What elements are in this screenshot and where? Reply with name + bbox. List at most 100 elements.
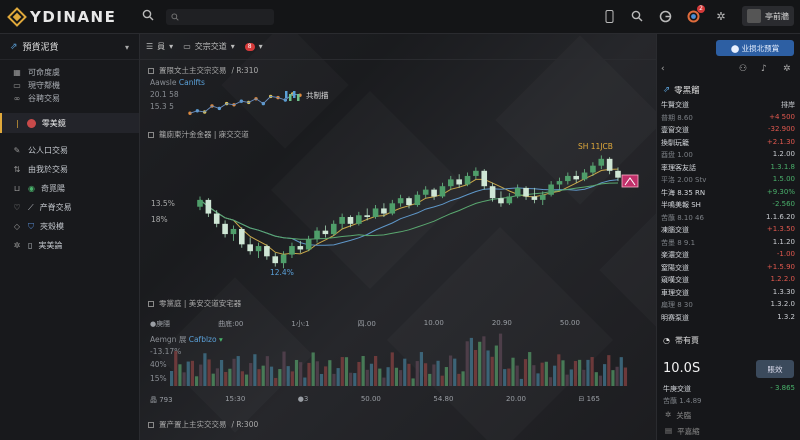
sidebar-list-item-0[interactable]: ✎ 公人口交易 <box>12 141 139 160</box>
sidebar-item-label: 現守鄰機 <box>28 81 60 90</box>
sidebar-item-label: 可命度虞 <box>28 68 60 77</box>
grid-icon: ▦ <box>13 68 21 77</box>
watchlist-row[interactable]: 苦蘸 8.10 46 1.1.6.20 <box>661 213 795 226</box>
volume-bar <box>432 364 436 386</box>
google-icon[interactable] <box>658 9 672 23</box>
right-panel-icons: ‹ ⚇ ♪ ✲ <box>657 64 800 78</box>
sidebar-list-label: 产脊交易 <box>39 203 72 212</box>
watchlist-row[interactable]: 楽濃交道 -1.00 <box>661 250 795 263</box>
watchlist-row[interactable]: 扁理 8 30 1.3.2.0 <box>661 300 795 313</box>
logo-text: YDINANE <box>30 7 117 26</box>
vol-tick: ●3 <box>297 395 309 403</box>
watchlist-value: -32.900 <box>767 125 795 133</box>
watchlist-name: 凍腦交道 <box>661 226 689 234</box>
sidebar-item-1[interactable]: ▭ 現守鄰機 <box>12 79 139 92</box>
volume-bar <box>498 333 503 386</box>
volume-bar <box>190 360 195 386</box>
volume-bar <box>215 368 219 386</box>
volume-bar <box>390 352 394 386</box>
volume-bar <box>623 367 628 386</box>
positions-header: ◔ 帯有賈 <box>663 335 699 346</box>
sidebar-item-active[interactable]: ❘ 零美鏡 <box>0 113 139 133</box>
positions-value: 10.0S <box>663 361 701 376</box>
watchlist-row[interactable]: 酉盘 1.00 1.2.00 <box>661 150 795 163</box>
watchlist-row[interactable]: 率理客友話 1.3.1.8 <box>661 163 795 176</box>
sidebar-list-item-3[interactable]: ♡ ⟋ 产脊交易 <box>12 198 139 217</box>
notifications-icon[interactable]: 2 <box>686 5 705 23</box>
watchlist-row[interactable]: 普期 8.60 +4 500 <box>661 113 795 126</box>
people-icon[interactable]: ⚇ <box>739 64 749 78</box>
volume-bar <box>386 367 390 386</box>
volume-bar <box>286 366 290 386</box>
watchlist-row[interactable]: 壹窗交道 -32.900 <box>661 125 795 138</box>
watchlist-row[interactable]: 平洛 2.00 Stv 1.5.00 <box>661 175 795 188</box>
volume-bar <box>340 357 344 386</box>
volume-bar <box>590 357 594 386</box>
positions-section[interactable]: ✲ 关臨 <box>665 410 691 421</box>
watchlist-row[interactable]: 窒陽交道 +1.5.90 <box>661 263 795 276</box>
sidebar-list-item-4[interactable]: ◇ ⛉ 夾殼模 <box>12 217 139 236</box>
sidebar-list-item-5[interactable]: ✲ ▯ 実美論 <box>12 236 139 255</box>
volume-bar <box>569 369 573 386</box>
user-menu-button[interactable]: 亭前牆 <box>742 6 794 26</box>
watchlist-row[interactable]: 凍腦交道 +1.3.50 <box>661 225 795 238</box>
sort-icon: ⇅ <box>13 165 21 174</box>
link-icon: ∞ <box>13 94 21 103</box>
logo[interactable]: YDINANE <box>7 6 138 27</box>
settings-icon[interactable]: ✲ <box>714 9 728 23</box>
vol-tick: 20.00 <box>505 395 526 403</box>
open-account-button[interactable]: ⬤ 业损北预賞 <box>716 40 794 56</box>
volume-bar <box>561 360 565 386</box>
sidebar-list: ✎ 公人口交易 ⇅ 由我於交易 ⊔ ◉ 奇覓陽 ♡ ⟋ 产脊交易 ◇ ⛉ 夾殼模 ✲ ▯ 実美論 <box>0 133 139 255</box>
volume-bar <box>357 361 361 386</box>
settings-icon[interactable]: ✲ <box>783 64 793 78</box>
sidebar-item-0[interactable]: ▦ 可命度虞 <box>12 66 139 79</box>
search-icon[interactable] <box>630 9 644 23</box>
positions-row[interactable]: 牛庚交道 - 3.865 <box>663 384 795 394</box>
volume-bar <box>278 369 282 386</box>
volume-bar <box>453 358 457 386</box>
mobile-icon[interactable] <box>602 9 616 23</box>
sidebar-item-2[interactable]: ∞ 谷聘交易 <box>12 92 139 105</box>
volume-bar <box>328 360 332 386</box>
vol-tick: 15:30 <box>225 395 246 403</box>
sidebar-list-label: 公人口交易 <box>28 146 68 155</box>
watchlist-value: 1.3.2.0 <box>770 300 796 308</box>
volume-bar <box>332 373 336 386</box>
bell-icon[interactable]: ♪ <box>761 64 771 78</box>
sidebar-header[interactable]: ⇗ 預貨泥貨 ▾ <box>0 34 139 60</box>
positions-section2[interactable]: ▤ 平嘉縮 <box>665 426 700 437</box>
volume-bar <box>511 357 515 386</box>
vol-tick: 晶 793 <box>150 396 173 404</box>
volume-bar <box>532 365 536 386</box>
clock-icon: ◔ <box>663 336 670 345</box>
sidebar-list-item-1[interactable]: ⇅ 由我於交易 <box>12 160 139 179</box>
watchlist-row[interactable]: 換馴玩籠 +2.1.30 <box>661 138 795 151</box>
square-icon <box>148 421 154 428</box>
watchlist-value: 排岸 <box>781 101 795 109</box>
volume-bar <box>378 368 382 386</box>
sidebar-list-item-2[interactable]: ⊔ ◉ 奇覓陽 <box>12 179 139 198</box>
watchlist-row[interactable]: 窺嘆交道 1.2.2.0 <box>661 275 795 288</box>
status-dot-icon <box>26 118 36 128</box>
volume-bar <box>507 368 511 386</box>
watchlist-row[interactable]: 車理交道 1.3.30 <box>661 288 795 301</box>
watchlist-name: 窺嘆交道 <box>661 276 689 284</box>
positions-button[interactable]: 賬效 <box>756 360 794 378</box>
watchlist-row[interactable]: 明赛泵道 1.3.2 <box>661 313 795 326</box>
chevron-left-icon[interactable]: ‹ <box>661 64 671 78</box>
search-input[interactable] <box>166 8 274 25</box>
volume-bar <box>423 363 428 386</box>
watchlist-row[interactable]: 牛賢交道 排岸 <box>661 100 795 113</box>
watchlist-name: 酉盘 1.00 <box>661 151 693 159</box>
volume-bar <box>353 373 357 386</box>
watchlist-row[interactable]: 半鳴美報 SH -2.560 <box>661 200 795 213</box>
volume-bar <box>465 341 469 386</box>
notification-badge: 2 <box>697 5 705 13</box>
search-icon[interactable] <box>142 9 158 24</box>
volume-bar <box>598 375 603 386</box>
volume-bar <box>324 366 328 386</box>
watchlist-row[interactable]: 苦墨 8 9.1 1.1.20 <box>661 238 795 251</box>
watchlist-row[interactable]: 牛海 8.35 RN +9.30% <box>661 188 795 201</box>
volume-bar <box>232 358 236 386</box>
